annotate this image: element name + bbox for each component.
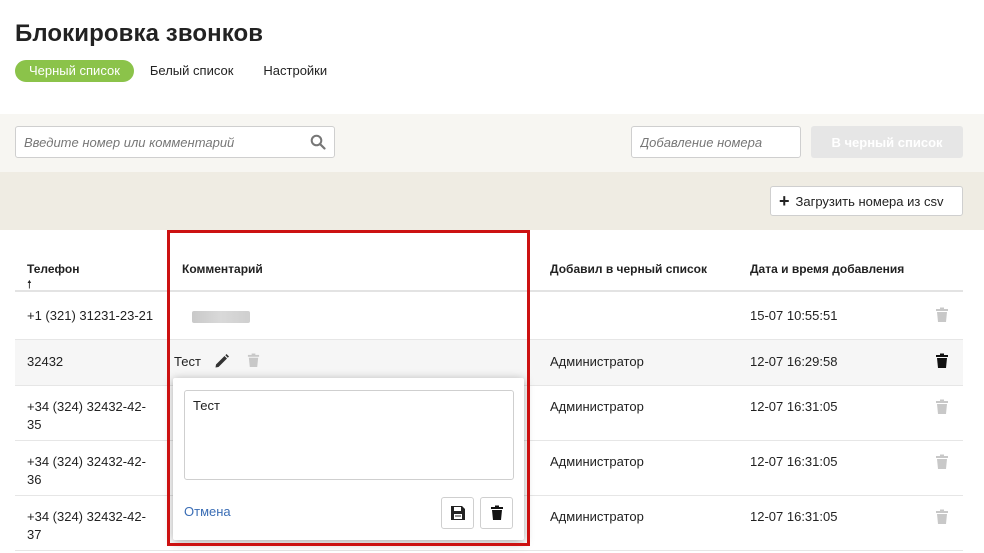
add-number-input[interactable]: [632, 127, 792, 157]
comment-editor-popup: Тест Отмена: [173, 378, 524, 540]
search-input[interactable]: [16, 127, 296, 157]
phone-cell: +34 (324) 32432-42-35: [27, 399, 146, 432]
column-comment: Комментарий: [182, 262, 263, 276]
delete-comment-icon[interactable]: [247, 353, 260, 368]
added-by-cell: Администратор: [550, 454, 644, 469]
column-added-by: Добавил в черный список: [550, 262, 708, 276]
upload-csv-label: Загрузить номера из csv: [795, 193, 944, 209]
tab-settings[interactable]: Настройки: [249, 60, 341, 82]
csv-bar: + Загрузить номера из csv: [0, 172, 984, 230]
phone-cell: 32432: [27, 354, 64, 369]
page: Блокировка звонков Черный список Белый с…: [0, 0, 984, 553]
upload-csv-button[interactable]: + Загрузить номера из csv: [770, 186, 963, 216]
delete-icon[interactable]: [935, 399, 949, 415]
add-to-blacklist-button[interactable]: В черный список: [811, 126, 963, 158]
edit-pencil-icon[interactable]: [214, 353, 230, 369]
save-icon: [450, 506, 465, 520]
cancel-link[interactable]: Отмена: [184, 504, 231, 519]
datetime-cell: 12-07 16:29:58: [750, 354, 838, 369]
add-number-box: [631, 126, 801, 158]
datetime-cell: 12-07 16:31:05: [750, 399, 838, 414]
table-header: Телефон 🠕 Комментарий Добавил в черный с…: [15, 250, 963, 292]
phone-cell: +1 (321) 31231-23-21: [27, 308, 154, 323]
datetime-cell: 15-07 10:55:51: [750, 308, 838, 323]
comment-textarea[interactable]: Тест: [184, 390, 514, 480]
tab-whitelist[interactable]: Белый список: [136, 60, 248, 82]
phone-cell: +34 (324) 32432-42-36: [27, 454, 146, 487]
phone-cell: +34 (324) 32432-42-37: [27, 509, 146, 542]
added-by-cell: Администратор: [550, 399, 644, 414]
added-by-cell: Администратор: [550, 354, 644, 369]
blurred-comment: [192, 311, 250, 323]
delete-icon[interactable]: [935, 509, 949, 525]
page-title: Блокировка звонков: [15, 20, 264, 47]
table-row: +1 (321) 31231-23-21 15-07 10:55:51: [15, 293, 963, 340]
delete-comment-button[interactable]: [480, 497, 513, 529]
column-phone[interactable]: Телефон: [27, 262, 79, 276]
plus-icon: +: [779, 191, 790, 211]
datetime-cell: 12-07 16:31:05: [750, 454, 838, 469]
datetime-cell: 12-07 16:31:05: [750, 509, 838, 524]
column-datetime: Дата и время добавления: [750, 262, 905, 276]
delete-icon[interactable]: [935, 307, 949, 323]
trash-icon: [490, 505, 503, 520]
toolbar: В черный список: [0, 114, 984, 172]
save-button[interactable]: [441, 497, 474, 529]
delete-icon[interactable]: [935, 353, 949, 369]
tabs: Черный список Белый список Настройки: [15, 60, 343, 82]
comment-cell: Тест: [174, 354, 201, 369]
delete-icon[interactable]: [935, 454, 949, 470]
search-box: [15, 126, 335, 158]
added-by-cell: Администратор: [550, 509, 644, 524]
tab-blacklist[interactable]: Черный список: [15, 60, 134, 82]
search-icon[interactable]: [310, 134, 326, 150]
